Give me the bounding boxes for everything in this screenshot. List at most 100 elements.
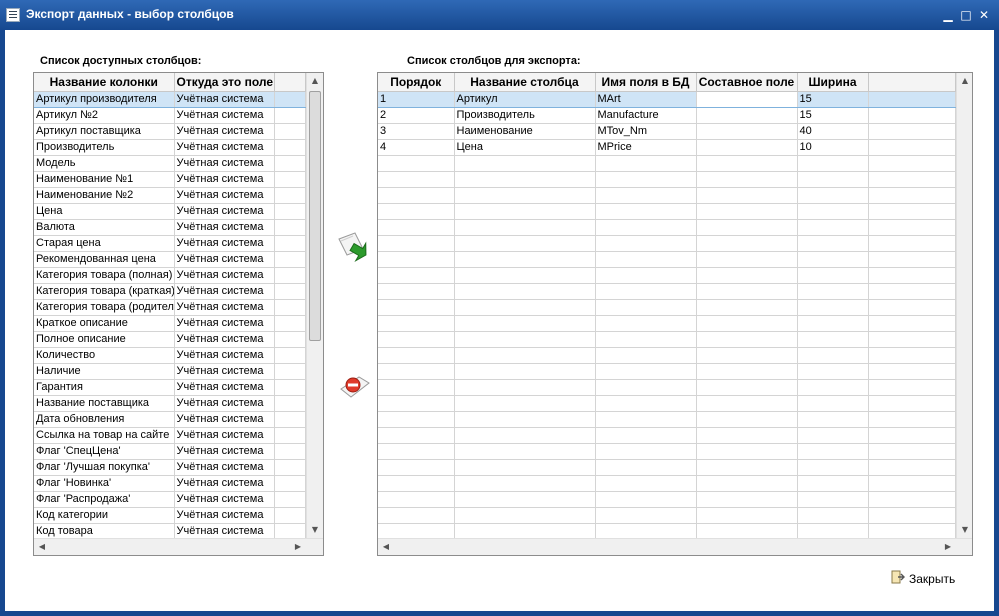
available-row[interactable]: Код категории Учётная система <box>34 507 306 524</box>
cell-composite-field[interactable] <box>696 315 798 332</box>
cell-db-field[interactable] <box>595 427 697 444</box>
available-row[interactable]: Флаг 'Распродажа' Учётная система <box>34 491 306 508</box>
cell-db-field[interactable] <box>595 235 697 252</box>
close-button[interactable]: Закрыть <box>886 569 959 589</box>
cell-order[interactable] <box>378 523 455 540</box>
export-row[interactable]: 4 Цена MPrice 10 <box>378 139 956 156</box>
cell-column-title[interactable] <box>454 347 596 364</box>
cell-order[interactable] <box>378 363 455 380</box>
available-horizontal-scrollbar[interactable]: ◀ ▶ <box>34 538 323 555</box>
header-db-field[interactable]: Имя поля в БД <box>595 73 697 92</box>
export-empty-row[interactable] <box>378 347 956 364</box>
cell-column-source[interactable]: Учётная система <box>174 395 275 412</box>
cell-order[interactable] <box>378 443 455 460</box>
scroll-left-icon[interactable]: ◀ <box>380 542 392 552</box>
cell-column-source[interactable]: Учётная система <box>174 331 275 348</box>
cell-column-source[interactable]: Учётная система <box>174 235 275 252</box>
available-row[interactable]: Рекомендованная цена Учётная система <box>34 251 306 268</box>
available-row[interactable]: Цена Учётная система <box>34 203 306 220</box>
cell-column-name[interactable]: Краткое описание <box>34 315 175 332</box>
cell-column-name[interactable]: Код категории <box>34 507 175 524</box>
export-empty-row[interactable] <box>378 523 956 540</box>
cell-composite-field[interactable] <box>696 395 798 412</box>
cell-db-field[interactable] <box>595 251 697 268</box>
cell-column-source[interactable]: Учётная система <box>174 107 275 124</box>
cell-db-field[interactable] <box>595 187 697 204</box>
cell-db-field[interactable] <box>595 171 697 188</box>
cell-width[interactable] <box>797 459 869 476</box>
cell-column-name[interactable]: Категория товара (родитель) <box>34 299 175 316</box>
cell-width[interactable] <box>797 395 869 412</box>
minimize-icon[interactable]: ▁ <box>941 8 955 22</box>
cell-width[interactable] <box>797 283 869 300</box>
cell-column-source[interactable]: Учётная система <box>174 507 275 524</box>
cell-column-source[interactable]: Учётная система <box>174 523 275 540</box>
cell-composite-field[interactable] <box>696 235 798 252</box>
scroll-up-icon[interactable]: ▲ <box>309 76 321 86</box>
cell-db-field[interactable] <box>595 459 697 476</box>
available-row[interactable]: Название поставщика Учётная система <box>34 395 306 412</box>
cell-column-title[interactable] <box>454 411 596 428</box>
remove-from-export-icon[interactable] <box>337 371 373 404</box>
cell-width[interactable] <box>797 251 869 268</box>
header-column-name[interactable]: Название колонки <box>34 73 175 92</box>
cell-width[interactable]: 40 <box>797 123 869 140</box>
cell-column-name[interactable]: Категория товара (краткая) <box>34 283 175 300</box>
available-row[interactable]: Полное описание Учётная система <box>34 331 306 348</box>
cell-width[interactable] <box>797 347 869 364</box>
scroll-thumb[interactable] <box>309 91 321 341</box>
export-empty-row[interactable] <box>378 379 956 396</box>
cell-width[interactable] <box>797 267 869 284</box>
cell-column-source[interactable]: Учётная система <box>174 315 275 332</box>
cell-column-source[interactable]: Учётная система <box>174 363 275 380</box>
title-bar[interactable]: Экспорт данных - выбор столбцов ▁ □ ✕ <box>0 0 999 30</box>
cell-composite-field[interactable] <box>696 203 798 220</box>
export-empty-row[interactable] <box>378 235 956 252</box>
cell-composite-field[interactable] <box>696 507 798 524</box>
cell-order[interactable]: 2 <box>378 107 455 124</box>
cell-column-name[interactable]: Гарантия <box>34 379 175 396</box>
cell-order[interactable] <box>378 171 455 188</box>
export-empty-row[interactable] <box>378 155 956 172</box>
cell-order[interactable] <box>378 267 455 284</box>
cell-column-source[interactable]: Учётная система <box>174 171 275 188</box>
cell-column-name[interactable]: Артикул №2 <box>34 107 175 124</box>
cell-width[interactable] <box>797 427 869 444</box>
cell-column-name[interactable]: Производитель <box>34 139 175 156</box>
cell-order[interactable] <box>378 347 455 364</box>
cell-column-name[interactable]: Наименование №1 <box>34 171 175 188</box>
cell-column-title[interactable] <box>454 219 596 236</box>
cell-order[interactable] <box>378 235 455 252</box>
cell-order[interactable] <box>378 187 455 204</box>
export-empty-row[interactable] <box>378 171 956 188</box>
cell-order[interactable] <box>378 507 455 524</box>
header-column-title[interactable]: Название столбца <box>454 73 596 92</box>
cell-column-name[interactable]: Код товара <box>34 523 175 540</box>
cell-db-field[interactable] <box>595 347 697 364</box>
cell-order[interactable] <box>378 491 455 508</box>
cell-column-title[interactable]: Цена <box>454 139 596 156</box>
cell-column-source[interactable]: Учётная система <box>174 283 275 300</box>
cell-composite-field[interactable] <box>696 107 798 124</box>
available-row[interactable]: Флаг 'Лучшая покупка' Учётная система <box>34 459 306 476</box>
cell-column-name[interactable]: Полное описание <box>34 331 175 348</box>
cell-column-source[interactable]: Учётная система <box>174 475 275 492</box>
cell-db-field[interactable] <box>595 267 697 284</box>
scroll-up-icon[interactable]: ▲ <box>959 76 971 86</box>
cell-width[interactable] <box>797 315 869 332</box>
cell-column-source[interactable]: Учётная система <box>174 411 275 428</box>
cell-column-name[interactable]: Категория товара (полная) <box>34 267 175 284</box>
scroll-right-icon[interactable]: ▶ <box>942 542 954 552</box>
cell-width[interactable] <box>797 443 869 460</box>
cell-db-field[interactable] <box>595 523 697 540</box>
cell-composite-field[interactable] <box>696 411 798 428</box>
cell-db-field[interactable] <box>595 283 697 300</box>
scroll-right-icon[interactable]: ▶ <box>292 542 304 552</box>
cell-db-field[interactable] <box>595 155 697 172</box>
cell-order[interactable] <box>378 155 455 172</box>
export-empty-row[interactable] <box>378 251 956 268</box>
export-empty-row[interactable] <box>378 315 956 332</box>
cell-composite-field[interactable] <box>696 283 798 300</box>
cell-column-source[interactable]: Учётная система <box>174 491 275 508</box>
cell-order[interactable] <box>378 411 455 428</box>
